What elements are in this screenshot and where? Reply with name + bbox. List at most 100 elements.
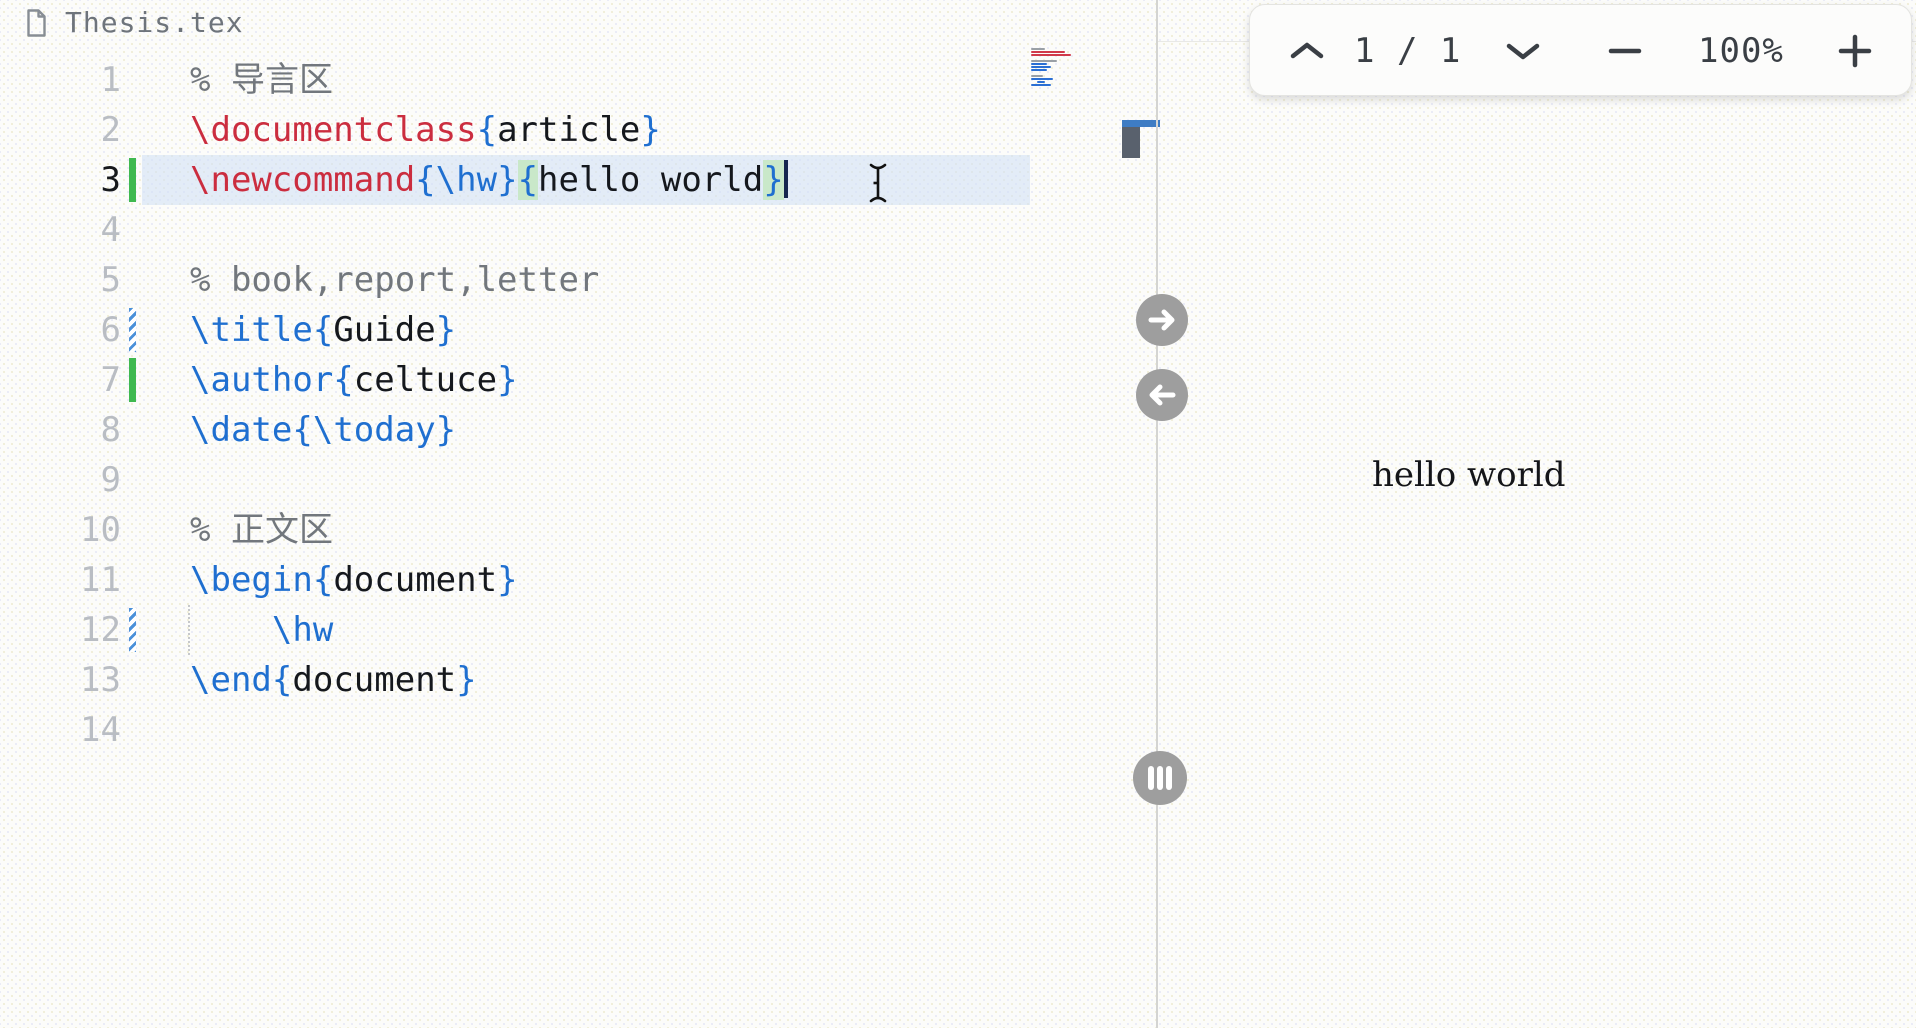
code-line-10[interactable]: 10 % 正文区 [0, 505, 1157, 555]
token: } [640, 110, 660, 150]
code-line-14[interactable]: 14 [0, 705, 1157, 755]
line-number: 14 [37, 705, 121, 755]
minimap-line [1031, 75, 1043, 77]
line-number: 11 [37, 555, 121, 605]
token: % 导言区 [190, 60, 333, 100]
line-number: 13 [37, 655, 121, 705]
token: { [313, 310, 333, 350]
token: % book,report,letter [190, 260, 599, 300]
code-line-13[interactable]: 13 \end{document} [0, 655, 1157, 705]
code-line-9[interactable]: 9 [0, 455, 1157, 505]
zoom-out-button[interactable] [1608, 5, 1642, 97]
line-number: 5 [37, 255, 121, 305]
zoom-in-button[interactable] [1838, 5, 1872, 97]
code-line-4[interactable]: 4 [0, 205, 1157, 255]
gutter-marker-added [129, 158, 136, 202]
code-line-11[interactable]: 11 \begin{document} [0, 555, 1157, 605]
token: { [415, 160, 435, 200]
code-line-6[interactable]: 6\title{Guide} [0, 305, 1157, 355]
token: \end [190, 660, 272, 700]
pdf-rendered-text: hello world [1372, 455, 1566, 495]
code-text: \author{celtuce} [190, 355, 518, 405]
mouse-ibeam-cursor [869, 162, 887, 208]
scrollbar-position-line [1122, 120, 1160, 127]
file-tab[interactable]: Thesis.tex [26, 6, 244, 39]
code-text: \date{\today} [190, 405, 456, 455]
token: } [497, 360, 517, 400]
token: document [292, 660, 456, 700]
code-line-2[interactable]: 2 \documentclass{article} [0, 105, 1157, 155]
code-text: \begin{document} [190, 555, 518, 605]
token: { [313, 560, 333, 600]
token: } [456, 660, 476, 700]
text-cursor [784, 160, 788, 198]
pdf-toolbar: 1 / 1 100% [1249, 4, 1912, 96]
matched-brace: } [763, 160, 783, 200]
code-text: \newcommand{\hw}{hello world} [190, 155, 788, 205]
token: \author [190, 360, 333, 400]
line-number: 4 [37, 205, 121, 255]
code-line-7[interactable]: 7 \author{celtuce} [0, 355, 1157, 405]
document-icon [26, 9, 47, 37]
token: \newcommand [190, 160, 415, 200]
minimap-line [1031, 51, 1065, 53]
minimap-line [1031, 48, 1045, 50]
scrollbar-thumb[interactable] [1122, 127, 1140, 158]
token: Guide [333, 310, 435, 350]
line-number: 6 [37, 305, 121, 355]
next-page-button[interactable] [1504, 5, 1542, 97]
token: document [333, 560, 497, 600]
token: hello world [538, 160, 763, 200]
minimap-line [1031, 60, 1057, 62]
token: \today [313, 410, 436, 450]
minimap-line [1031, 66, 1051, 68]
line-number: 7 [37, 355, 121, 405]
chevron-up-icon [1288, 40, 1326, 62]
code-line-8[interactable]: 8\date{\today} [0, 405, 1157, 455]
minimap-line [1031, 78, 1053, 80]
code-editor[interactable]: 1% 导言区2\documentclass{article}3\newcomma… [0, 55, 1157, 755]
code-line-12[interactable]: 12 \hw [0, 605, 1157, 655]
code-line-3[interactable]: 3 \newcommand{\hw}{hello world} [0, 155, 1157, 205]
minimap-line [1037, 81, 1045, 83]
code-text: \end{document} [190, 655, 477, 705]
token: } [436, 410, 456, 450]
code-text: \documentclass{article} [190, 105, 661, 155]
token: } [497, 160, 517, 200]
token: } [497, 560, 517, 600]
code-text: \hw [190, 605, 333, 655]
code-line-1[interactable]: 1 % 导言区 [0, 55, 1157, 105]
token: { [272, 660, 292, 700]
code-text: % 导言区 [190, 55, 333, 105]
code-text: % 正文区 [190, 505, 333, 555]
token: % 正文区 [190, 510, 333, 550]
minimap-line [1031, 84, 1051, 86]
token: \documentclass [190, 110, 477, 150]
minimap-line [1031, 54, 1071, 56]
matched-brace: { [518, 160, 538, 200]
chevron-down-icon [1504, 40, 1542, 62]
file-tab-label: Thesis.tex [65, 6, 244, 39]
zoom-level-value: 100% [1698, 31, 1784, 71]
pdf-preview-pane: hello world [1158, 0, 1916, 1028]
minimap-line [1031, 63, 1047, 65]
line-number: 2 [37, 105, 121, 155]
line-number: 1 [37, 55, 121, 105]
plus-icon [1838, 34, 1872, 68]
token: { [477, 110, 497, 150]
line-number: 9 [37, 455, 121, 505]
code-line-5[interactable]: 5 % book,report,letter [0, 255, 1157, 305]
code-text: % book,report,letter [190, 255, 599, 305]
gutter-marker-modified [129, 308, 136, 352]
line-number: 12 [37, 605, 121, 655]
minimap[interactable] [1031, 48, 1089, 87]
line-number: 10 [37, 505, 121, 555]
minimap-line [1031, 69, 1047, 71]
previous-page-button[interactable] [1288, 5, 1326, 97]
line-number: 3 [37, 155, 121, 205]
token: celtuce [354, 360, 497, 400]
token: { [292, 410, 312, 450]
token: \date [190, 410, 292, 450]
token: { [333, 360, 353, 400]
token: article [497, 110, 640, 150]
